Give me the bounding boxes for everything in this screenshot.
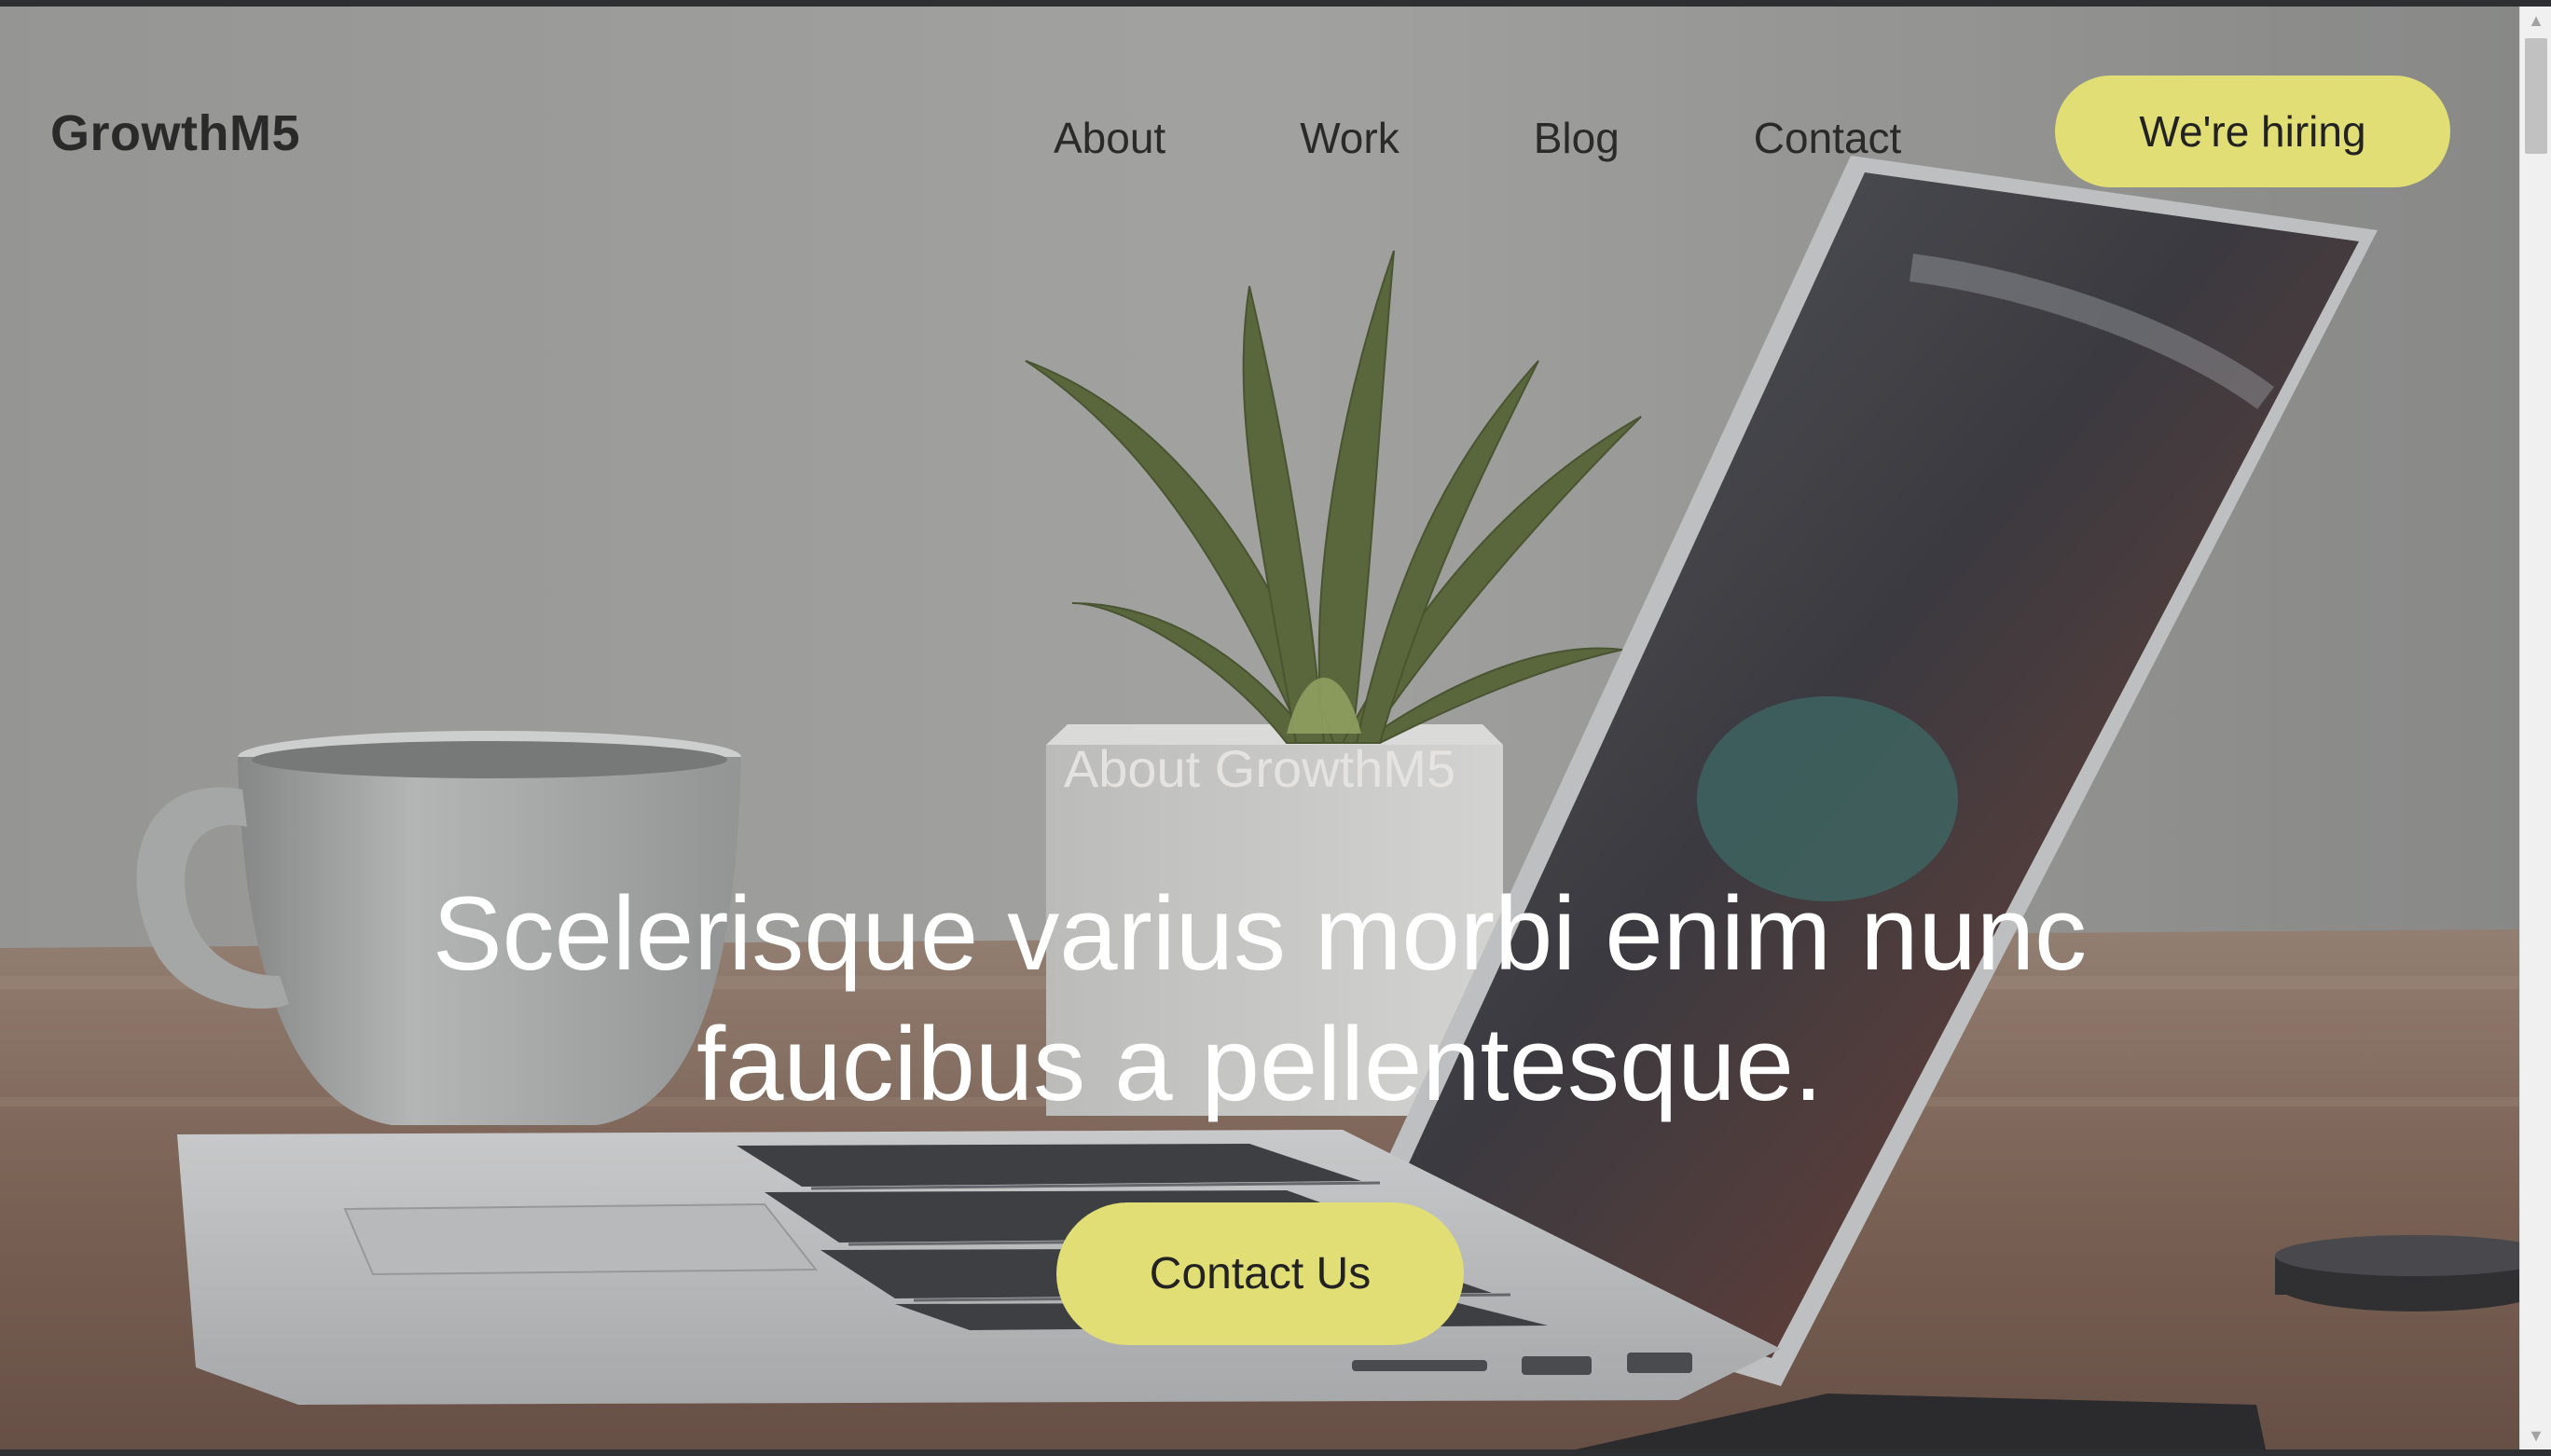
nav-link-about[interactable]: About xyxy=(1054,113,1165,163)
vertical-scrollbar[interactable]: ▲ ▼ xyxy=(2519,7,2551,1449)
nav-link-work[interactable]: Work xyxy=(1300,113,1400,163)
triangle-up-icon[interactable]: ▲ xyxy=(2520,7,2551,34)
nav-link-blog[interactable]: Blog xyxy=(1534,113,1620,163)
contact-us-button[interactable]: Contact Us xyxy=(1056,1202,1464,1345)
scrollbar-thumb[interactable] xyxy=(2525,38,2547,154)
main-navigation: About Work Blog Contact xyxy=(1054,96,1901,180)
triangle-down-icon[interactable]: ▼ xyxy=(2520,1422,2551,1449)
window-top-edge xyxy=(0,0,2551,7)
page-viewport: GrowthM5 About Work Blog Contact We're h… xyxy=(0,7,2519,1449)
browser-window: GrowthM5 About Work Blog Contact We're h… xyxy=(0,0,2551,1456)
site-header: GrowthM5 About Work Blog Contact We're h… xyxy=(0,7,2519,258)
site-logo[interactable]: GrowthM5 xyxy=(50,104,300,162)
hero-headline: Scelerisque varius morbi enim nunc fauci… xyxy=(432,875,2088,1122)
nav-link-contact[interactable]: Contact xyxy=(1754,113,1902,163)
hero-eyebrow: About GrowthM5 xyxy=(1063,739,1456,798)
window-bottom-edge xyxy=(0,1449,2551,1456)
hiring-button[interactable]: We're hiring xyxy=(2055,76,2450,187)
